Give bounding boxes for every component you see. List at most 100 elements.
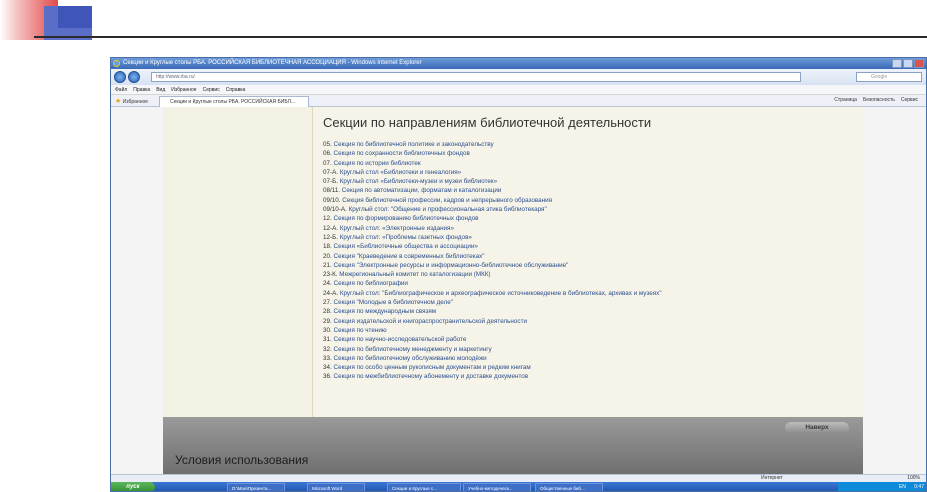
section-number: 07-Б.: [323, 178, 338, 186]
star-icon: ★: [115, 98, 122, 105]
menu-view[interactable]: Вид: [156, 85, 165, 94]
section-link[interactable]: Секция по библиотечному менеджменту и ма…: [334, 346, 492, 353]
section-link[interactable]: Секция "Молодые в библиотечном деле": [334, 299, 453, 306]
section-number: 29.: [323, 317, 332, 325]
section-link[interactable]: Круглый стол: «Проблемы газетных фондов»: [340, 234, 472, 241]
taskbar-item[interactable]: Секции и Круглые с...: [387, 483, 461, 491]
section-link[interactable]: Секция по библиографии: [334, 280, 408, 287]
section-link[interactable]: Секция издательской и книгораспространит…: [334, 318, 527, 325]
language-indicator[interactable]: EN: [899, 484, 906, 490]
section-number: 24.: [323, 280, 332, 288]
section-number: 09/10-А.: [323, 206, 347, 214]
section-list-item: 27. Секция "Молодые в библиотечном деле": [323, 298, 863, 307]
favorites-label: Избранное: [122, 99, 149, 105]
security-menu[interactable]: Безопасность: [863, 97, 895, 103]
start-button[interactable]: пуск: [111, 482, 155, 491]
section-number: 12-А.: [323, 224, 339, 232]
section-list-item: 31. Секция по научно-исследовательской р…: [323, 335, 863, 344]
section-link[interactable]: Секция «Библиотечные общества и ассоциац…: [334, 243, 478, 250]
taskbar-item[interactable]: Учебно-методическ...: [463, 483, 531, 491]
page-footer: Наверх Условия использования: [163, 417, 863, 474]
favorites-button[interactable]: ★ Избранное: [115, 97, 148, 105]
section-link[interactable]: Секция по истории библиотек: [334, 160, 421, 167]
section-number: 21.: [323, 261, 332, 269]
section-link[interactable]: Круглый стол: "Библиографическое и архео…: [340, 290, 662, 297]
forward-button[interactable]: [128, 71, 140, 83]
zoom-level[interactable]: 100%: [907, 475, 920, 482]
section-list-item: 12-А. Круглый стол: «Электронные издания…: [323, 224, 863, 233]
menu-favorites[interactable]: Избранное: [171, 85, 196, 94]
section-link[interactable]: Секция по автоматизации, форматам и ката…: [342, 187, 502, 194]
section-link[interactable]: Круглый стол: «Электронные издания»: [340, 225, 454, 232]
section-list-item: 28. Секция по международным связям: [323, 307, 863, 316]
taskbar: пуск D:\Мои\Презента... Microsoft Word С…: [111, 482, 926, 491]
window-title: Секции и Круглые столы РБА. РОССИЙСКАЯ Б…: [123, 60, 422, 66]
section-link[interactable]: Круглый стол «Библиотеки и генеалогия»: [340, 169, 461, 176]
taskbar-item[interactable]: Общественные биб...: [535, 483, 603, 491]
section-link[interactable]: Секция по чтению: [334, 327, 387, 334]
section-link[interactable]: Секция по международным связям: [334, 308, 437, 315]
close-icon[interactable]: [914, 59, 924, 68]
back-to-top-button[interactable]: Наверх: [785, 422, 849, 434]
section-list-item: 23-К. Межрегиональный комитет по каталог…: [323, 270, 863, 279]
page-margin-right: [863, 107, 926, 474]
menu-tools[interactable]: Сервис: [203, 85, 220, 94]
slide: Секции и Круглые столы РБА. РОССИЙСКАЯ Б…: [0, 0, 927, 492]
section-list-item: 07. Секция по истории библиотек: [323, 159, 863, 168]
section-list-item: 09/10. Секция библиотечной профессии, ка…: [323, 196, 863, 205]
slide-decoration-square-dark: [58, 6, 92, 28]
section-number: 27.: [323, 299, 332, 307]
section-link[interactable]: Секция "Краеведение в современных библио…: [334, 253, 485, 260]
maximize-icon[interactable]: [903, 59, 913, 68]
section-list-item: 12. Секция по формированию библиотечных …: [323, 214, 863, 223]
menu-file[interactable]: Файл: [115, 85, 127, 94]
section-list-item: 06. Секция по сохранности библиотечных ф…: [323, 149, 863, 158]
menu-bar: Файл Правка Вид Избранное Сервис Справка: [111, 85, 926, 95]
section-list-item: 08/11. Секция по автоматизации, форматам…: [323, 186, 863, 195]
command-bar: Страница Безопасность Сервис: [834, 97, 918, 103]
section-list-item: 30. Секция по чтению: [323, 326, 863, 335]
taskbar-item[interactable]: D:\Мои\Презента...: [227, 483, 285, 491]
section-number: 36.: [323, 373, 332, 381]
ie-logo-icon: [113, 60, 120, 67]
section-list-item: 32. Секция по библиотечному менеджменту …: [323, 345, 863, 354]
section-link[interactable]: Круглый стол «Библиотеки-музеи и музеи б…: [340, 178, 497, 185]
taskbar-item[interactable]: Microsoft Word: [307, 483, 365, 491]
back-button[interactable]: [114, 71, 126, 83]
search-input[interactable]: Google: [856, 72, 922, 82]
section-number: 33.: [323, 354, 332, 362]
section-link[interactable]: Секция по межбиблиотечному абонементу и …: [334, 373, 529, 380]
section-list-item: 24. Секция по библиографии: [323, 279, 863, 288]
section-number: 05.: [323, 141, 332, 148]
section-link[interactable]: Секция по научно-исследовательской работ…: [334, 336, 467, 343]
url-field[interactable]: http://www.rba.ru/: [151, 72, 801, 82]
section-list-item: 07-Б. Круглый стол «Библиотеки-музеи и м…: [323, 177, 863, 186]
section-list-item: 34. Секция по особо ценным рукописным до…: [323, 363, 863, 372]
section-link[interactable]: Секция по библиотечной политике и законо…: [334, 141, 494, 148]
section-number: 18.: [323, 243, 332, 251]
section-list-item: 33. Секция по библиотечному обслуживанию…: [323, 354, 863, 363]
minimize-icon[interactable]: [892, 59, 902, 68]
tab-active[interactable]: Секции и Круглые столы РБА. РОССИЙСКАЯ Б…: [159, 96, 309, 107]
security-zone: Интернет: [761, 475, 783, 481]
section-link[interactable]: Межрегиональный комитет по каталогизации…: [339, 271, 490, 278]
section-number: 07.: [323, 159, 332, 167]
menu-help[interactable]: Справка: [226, 85, 246, 94]
section-link[interactable]: Круглый стол: "Общение и профессиональна…: [349, 206, 547, 213]
section-number: 30.: [323, 326, 332, 334]
section-list-item: 24-А. Круглый стол: "Библиографическое и…: [323, 289, 863, 298]
section-link[interactable]: Секция "Электронные ресурсы и информацио…: [334, 262, 569, 269]
section-list-item: 20. Секция "Краеведение в современных би…: [323, 252, 863, 261]
section-link[interactable]: Секция по библиотечному обслуживанию мол…: [334, 355, 487, 362]
menu-edit[interactable]: Правка: [133, 85, 150, 94]
section-link[interactable]: Секция по сохранности библиотечных фондо…: [334, 150, 470, 157]
section-number: 12.: [323, 215, 332, 223]
section-link[interactable]: Секция по особо ценным рукописным докуме…: [334, 364, 531, 371]
page-menu[interactable]: Страница: [834, 97, 857, 103]
section-number: 06.: [323, 150, 332, 158]
section-link[interactable]: Секция по формированию библиотечных фонд…: [334, 215, 479, 222]
tools-menu[interactable]: Сервис: [901, 97, 918, 103]
system-tray: EN 0:47: [838, 482, 926, 491]
sections-list: 05. Секция по библиотечной политике и за…: [323, 140, 863, 382]
section-link[interactable]: Секция библиотечной профессии, кадров и …: [342, 197, 552, 204]
